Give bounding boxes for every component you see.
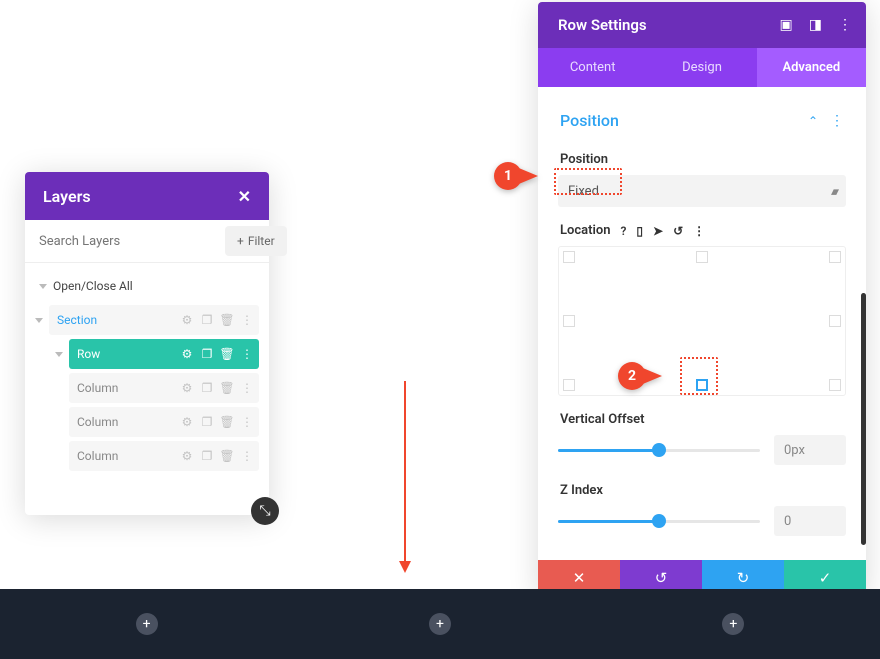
columns-icon[interactable]: ◨ (809, 17, 822, 33)
anchor-bottom-right[interactable] (829, 379, 841, 391)
expand-icon[interactable]: ▣ (780, 17, 793, 33)
tab-advanced[interactable]: Advanced (757, 48, 866, 87)
gear-icon[interactable]: ⚙ (181, 450, 193, 462)
vertical-offset-row: 0px (558, 435, 846, 465)
trash-icon[interactable]: 🗑 (221, 382, 233, 394)
settings-panel: Row Settings ▣ ◨ ⋮ Content Design Advanc… (538, 2, 866, 596)
layer-column[interactable]: Column ⚙ ❐ 🗑 ⋮ (35, 407, 259, 437)
layer-column[interactable]: Column ⚙ ❐ 🗑 ⋮ (35, 441, 259, 471)
phone-icon[interactable]: ▯ (636, 224, 643, 238)
highlight-box-1 (554, 168, 622, 195)
layer-label: Row (77, 347, 181, 361)
more-icon[interactable]: ⋮ (241, 416, 253, 428)
search-input[interactable] (25, 222, 219, 261)
anchor-top-right[interactable] (829, 251, 841, 263)
section-title: Position (560, 111, 619, 130)
tabs: Content Design Advanced (538, 48, 866, 87)
anchor-middle-right[interactable] (829, 315, 841, 327)
trash-icon[interactable]: 🗑 (221, 416, 233, 428)
duplicate-icon[interactable]: ❐ (201, 348, 213, 360)
position-label: Position (560, 152, 844, 167)
callout-number: 1 (494, 162, 522, 190)
highlight-box-2 (680, 357, 718, 395)
duplicate-icon[interactable]: ❐ (201, 382, 213, 394)
layers-title: Layers (43, 187, 91, 206)
cursor-icon[interactable]: ➤ (653, 224, 663, 238)
anchor-middle-left[interactable] (563, 315, 575, 327)
settings-body: Position ⌃ ⋮ Position Fixed ▴▾ Location … (538, 87, 866, 560)
vertical-offset-input[interactable]: 0px (774, 435, 846, 465)
location-label: Location (560, 223, 611, 238)
layer-row[interactable]: Row ⚙ ❐ 🗑 ⋮ (35, 339, 259, 369)
reset-icon[interactable]: ↺ (673, 224, 683, 238)
anchor-bottom-left[interactable] (563, 379, 575, 391)
z-index-row: 0 (558, 506, 846, 536)
more-icon[interactable]: ⋮ (693, 224, 705, 238)
chevron-up-icon[interactable]: ⌃ (808, 114, 818, 128)
layers-panel: Layers ✕ +Filter Open/Close All Section … (25, 172, 269, 515)
anchor-top-left[interactable] (563, 251, 575, 263)
more-icon[interactable]: ⋮ (838, 17, 852, 33)
settings-title: Row Settings (558, 16, 647, 34)
trash-icon[interactable]: 🗑 (221, 314, 233, 326)
vertical-offset-slider[interactable] (558, 449, 760, 452)
gear-icon[interactable]: ⚙ (181, 348, 193, 360)
more-icon[interactable]: ⋮ (241, 450, 253, 462)
chevron-down-icon[interactable] (55, 352, 63, 357)
select-caret-icon: ▴▾ (831, 185, 836, 198)
more-icon[interactable]: ⋮ (830, 113, 844, 129)
gear-icon[interactable]: ⚙ (181, 382, 193, 394)
plus-icon: + (237, 234, 244, 248)
duplicate-icon[interactable]: ❐ (201, 450, 213, 462)
layer-column[interactable]: Column ⚙ ❐ 🗑 ⋮ (35, 373, 259, 403)
open-close-all[interactable]: Open/Close All (29, 271, 265, 301)
scrollbar[interactable] (861, 293, 866, 545)
tab-design[interactable]: Design (647, 48, 756, 87)
down-arrow-icon (404, 381, 406, 571)
close-icon[interactable]: ✕ (238, 187, 251, 206)
open-close-all-label: Open/Close All (53, 279, 133, 293)
duplicate-icon[interactable]: ❐ (201, 416, 213, 428)
z-index-slider[interactable] (558, 520, 760, 523)
help-icon[interactable]: ? (621, 224, 627, 238)
callout-2: 2 (618, 362, 662, 390)
layer-label: Column (77, 381, 181, 395)
gear-icon[interactable]: ⚙ (181, 314, 193, 326)
settings-header[interactable]: Row Settings ▣ ◨ ⋮ (538, 2, 866, 48)
anchor-top-center[interactable] (696, 251, 708, 263)
layer-label: Section (57, 313, 181, 327)
slider-thumb[interactable] (652, 514, 666, 528)
chevron-down-icon (39, 284, 47, 289)
vertical-offset-label: Vertical Offset (560, 412, 844, 427)
callout-1: 1 (494, 162, 538, 190)
more-icon[interactable]: ⋮ (241, 314, 253, 326)
z-index-label: Z Index (560, 483, 844, 498)
canvas-bottom-bar: + + + (0, 589, 880, 659)
filter-button[interactable]: + Filter (225, 226, 287, 256)
location-label-row: Location ? ▯ ➤ ↺ ⋮ (560, 223, 844, 238)
gear-icon[interactable]: ⚙ (181, 416, 193, 428)
layers-body: Open/Close All Section ⚙ ❐ 🗑 ⋮ Row ⚙ ❐ (25, 263, 269, 515)
layers-search-row: +Filter (25, 220, 269, 263)
layer-section[interactable]: Section ⚙ ❐ 🗑 ⋮ (49, 305, 259, 335)
section-position-header[interactable]: Position ⌃ ⋮ (558, 101, 846, 148)
trash-icon[interactable]: 🗑 (221, 348, 233, 360)
more-icon[interactable]: ⋮ (241, 348, 253, 360)
resize-handle[interactable]: ⤡ (251, 497, 279, 525)
layer-label: Column (77, 415, 181, 429)
add-column-button[interactable]: + (429, 613, 451, 635)
filter-label: Filter (248, 234, 275, 248)
tab-content[interactable]: Content (538, 48, 647, 87)
callout-number: 2 (618, 362, 646, 390)
z-index-input[interactable]: 0 (774, 506, 846, 536)
layers-header[interactable]: Layers ✕ (25, 172, 269, 220)
more-icon[interactable]: ⋮ (241, 382, 253, 394)
add-column-button[interactable]: + (722, 613, 744, 635)
add-column-button[interactable]: + (136, 613, 158, 635)
trash-icon[interactable]: 🗑 (221, 450, 233, 462)
slider-thumb[interactable] (652, 443, 666, 457)
layer-label: Column (77, 449, 181, 463)
chevron-down-icon[interactable] (35, 318, 43, 323)
duplicate-icon[interactable]: ❐ (201, 314, 213, 326)
